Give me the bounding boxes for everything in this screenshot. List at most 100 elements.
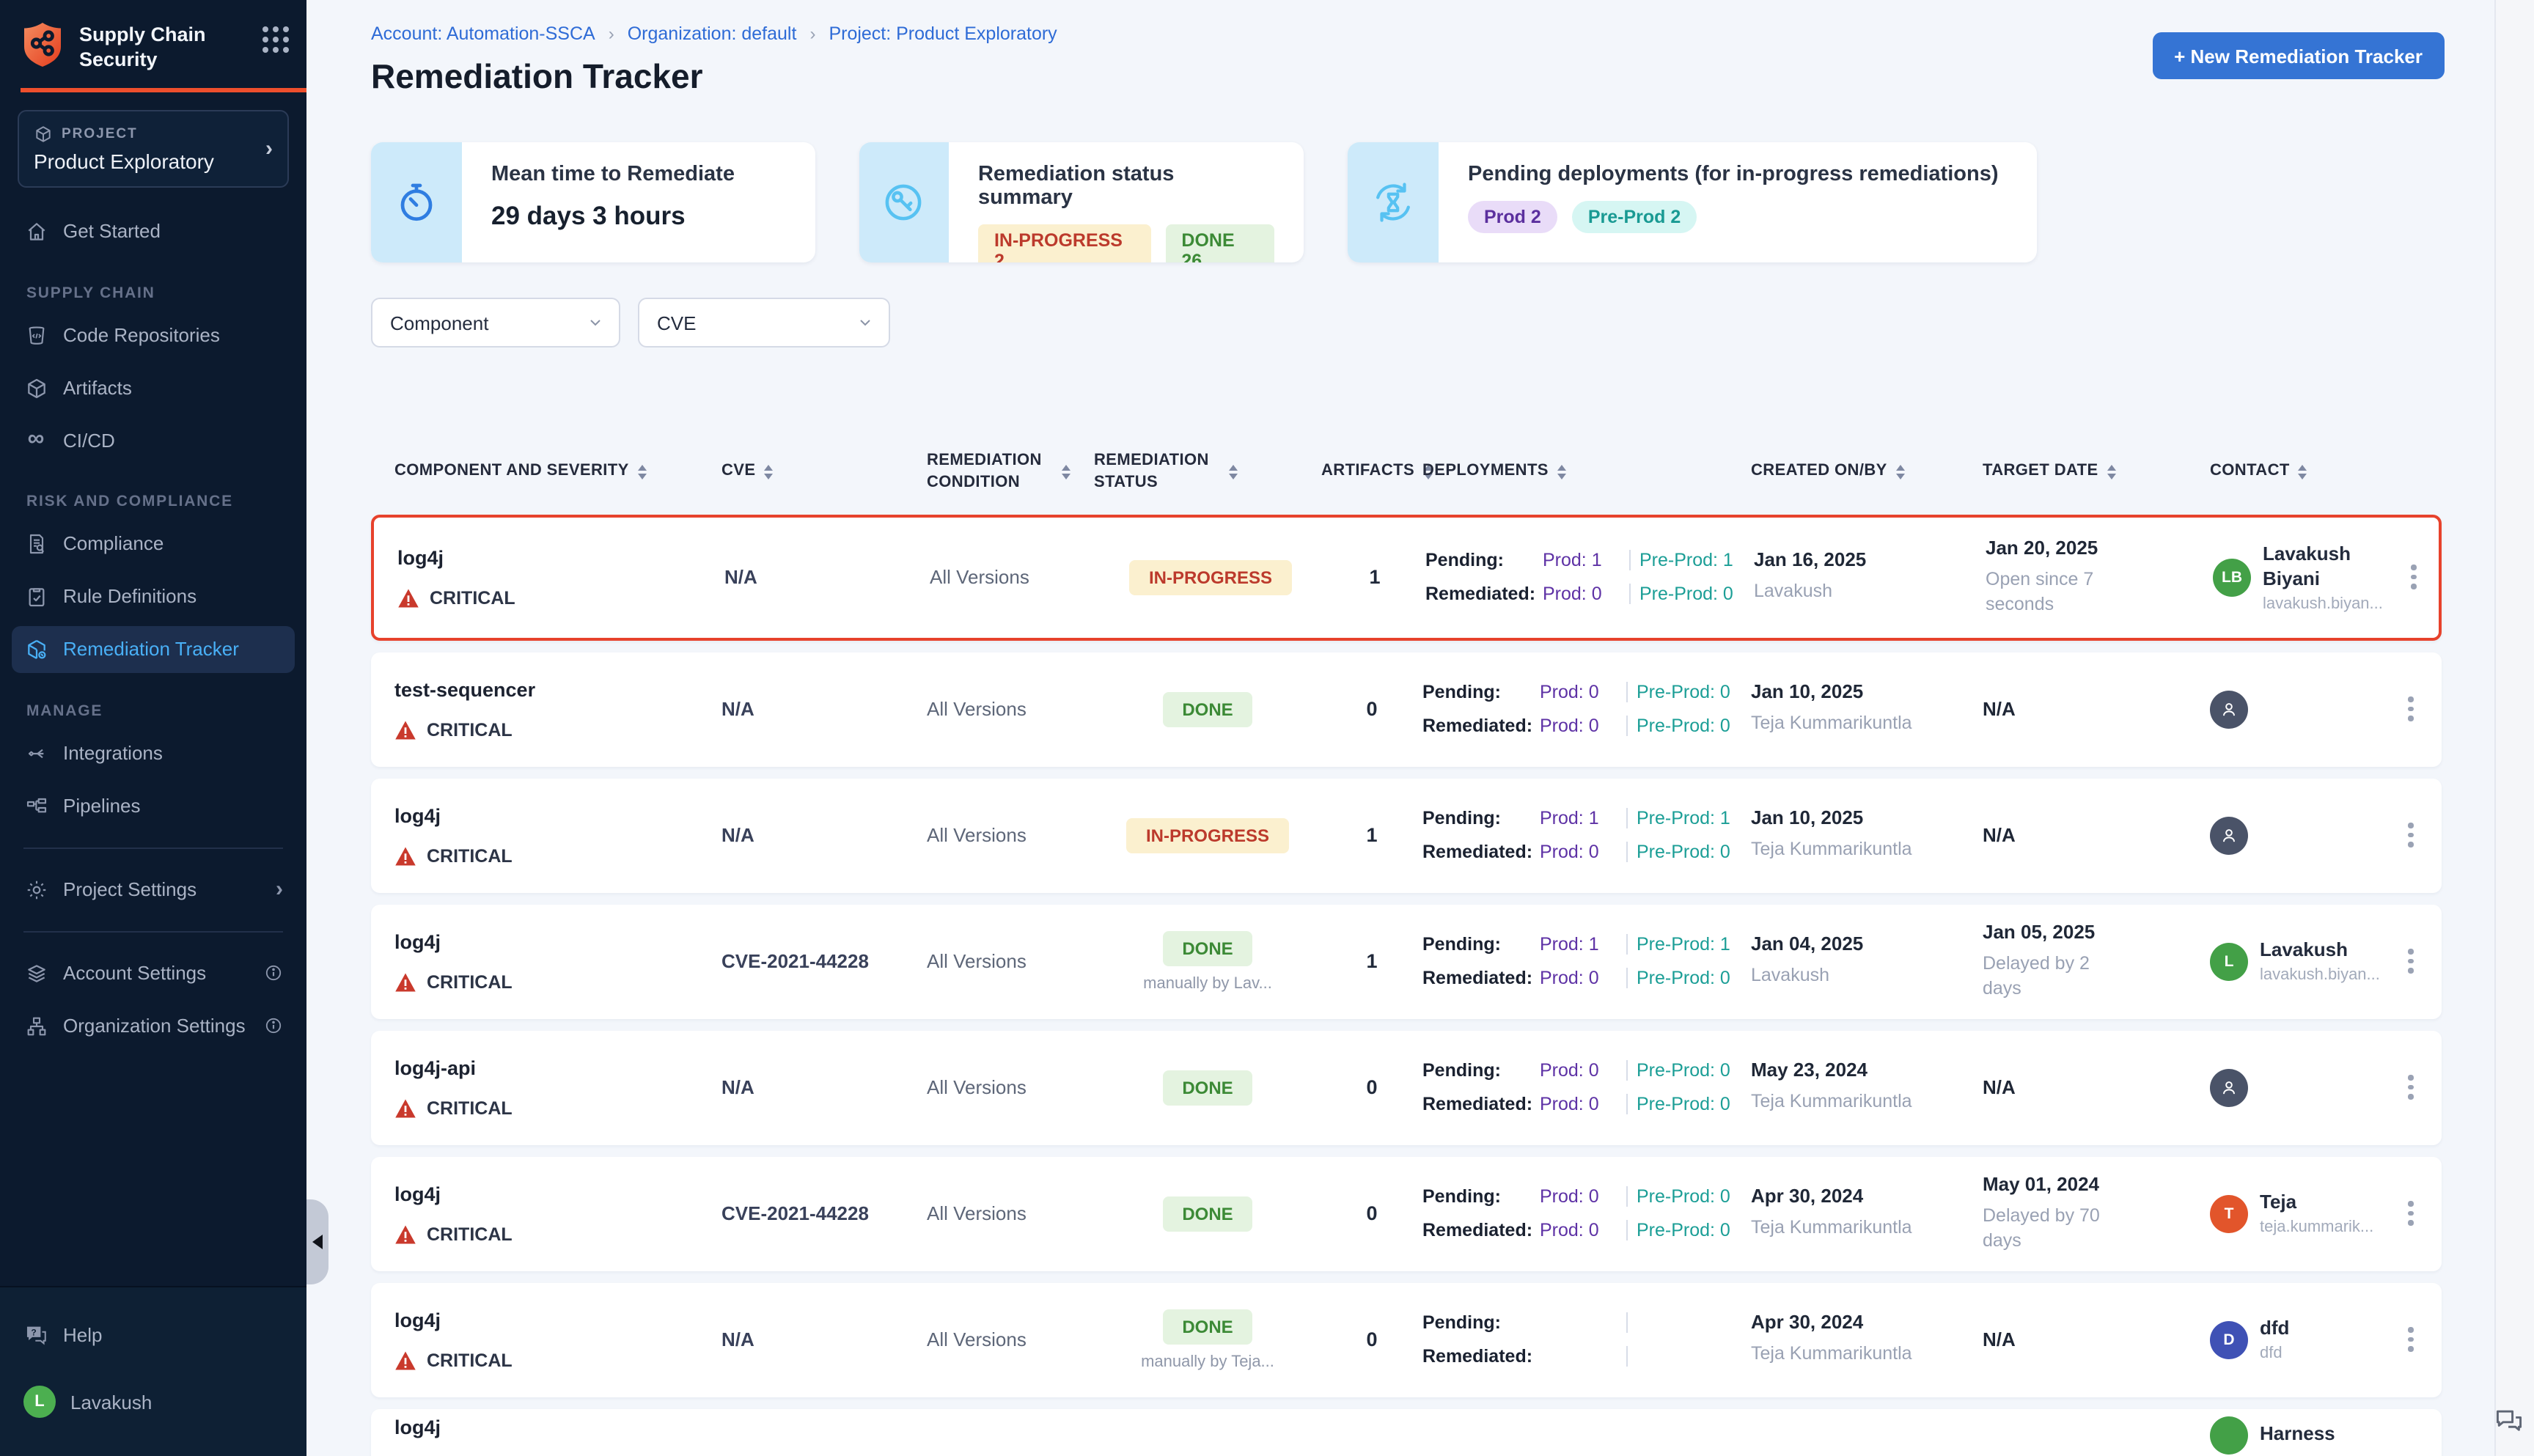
chevron-separator: › (609, 23, 614, 44)
sidebar-item-label: Account Settings (63, 963, 206, 985)
column-header-status[interactable]: REMEDIATION STATUS (1094, 450, 1321, 493)
mean-time-value: 29 days 3 hours (491, 201, 735, 232)
severity: CRITICAL (394, 971, 721, 992)
remediated-prod-value: Prod: 0 (1540, 1220, 1616, 1240)
breadcrumb-project[interactable]: Project: Product Exploratory (829, 23, 1057, 44)
sidebar-item-organization-settings[interactable]: Organization Settings (12, 1003, 295, 1050)
table-row[interactable]: log4j CRITICAL N/A All Versions DONE man… (371, 1282, 2442, 1397)
new-remediation-tracker-button[interactable]: + New Remediation Tracker (2152, 32, 2445, 79)
column-header-target-date[interactable]: TARGET DATE (1983, 461, 2210, 483)
contact-name: dfd (2260, 1317, 2289, 1342)
user-avatar: L (23, 1386, 56, 1418)
sidebar-item-help[interactable]: ? Help (12, 1311, 295, 1359)
person-avatar-icon (2210, 1068, 2248, 1106)
pending-prod-value: Prod: 1 (1543, 550, 1619, 570)
table-row[interactable]: log4j CRITICAL CVE-2021-44228 All Versio… (371, 1156, 2442, 1271)
sidebar-item-get-started[interactable]: Get Started (12, 208, 295, 255)
sidebar-item-artifacts[interactable]: Artifacts (12, 365, 295, 412)
cve-filter-select[interactable]: CVE (638, 298, 890, 348)
remediated-prod-value: Prod: 0 (1540, 968, 1616, 988)
chevron-right-icon: › (265, 138, 273, 160)
remediation-status: DONE (1094, 1196, 1321, 1231)
support-chat-icon[interactable] (2493, 1405, 2525, 1437)
table-row[interactable]: log4j CRITICAL N/A All Versions IN-PROGR… (371, 514, 2442, 640)
row-menu-button[interactable] (2402, 1070, 2446, 1106)
project-selector[interactable]: PROJECT Product Exploratory › (18, 110, 289, 188)
table-row[interactable]: log4j CRITICAL CVE-2021-44228 All Versio… (371, 904, 2442, 1018)
artifacts-count: 0 (1321, 1328, 1422, 1350)
table-row[interactable]: log4j (371, 1408, 2442, 1456)
created-by: Lavakush (1754, 580, 1930, 606)
sidebar-item-remediation-tracker[interactable]: Remediation Tracker (12, 626, 295, 673)
hourglass-refresh-icon (1348, 142, 1439, 262)
scrollbar-track[interactable] (2494, 0, 2534, 1456)
contact-cell (2210, 690, 2402, 728)
summary-cards: Mean time to Remediate 29 days 3 hours R… (371, 142, 2534, 262)
breadcrumb-organization[interactable]: Organization: default (628, 23, 797, 44)
critical-warning-icon (394, 719, 416, 740)
column-header-created[interactable]: CREATED ON/BY (1751, 461, 1983, 483)
remediation-status: IN-PROGRESS (1097, 559, 1324, 595)
target-date-cell: N/A (1983, 698, 2210, 720)
column-header-cve[interactable]: CVE (721, 461, 927, 483)
status-badge: IN-PROGRESS (1127, 817, 1288, 853)
table-row[interactable]: log4j-api CRITICAL N/A All Versions DONE… (371, 1030, 2442, 1144)
sidebar-item-label: Rule Definitions (63, 586, 197, 608)
row-menu-button[interactable] (2402, 817, 2446, 853)
sidebar-collapse-handle[interactable] (306, 1199, 328, 1284)
table-row[interactable]: log4j CRITICAL N/A All Versions IN-PROGR… (371, 778, 2442, 892)
contact-email: dfd (2260, 1345, 2289, 1362)
breadcrumb-account[interactable]: Account: Automation-SSCA (371, 23, 595, 44)
deployments: Pending: Remediated: (1422, 1312, 1751, 1367)
remediated-label: Remediated: (1422, 1094, 1540, 1114)
artifacts-count: 0 (1321, 1202, 1422, 1224)
column-header-deployments[interactable]: DEPLOYMENTS (1422, 461, 1751, 483)
sidebar-item-account-settings[interactable]: Account Settings (12, 950, 295, 997)
sidebar-item-pipelines[interactable]: Pipelines (12, 783, 295, 830)
cube-icon (34, 125, 53, 144)
column-header-component[interactable]: COMPONENT AND SEVERITY (394, 461, 721, 483)
remediated-label: Remediated: (1422, 842, 1540, 862)
divider (1626, 1186, 1627, 1207)
remediated-preprod-value: Pre-Prod: 0 (1637, 1094, 1751, 1114)
severity: CRITICAL (394, 719, 721, 740)
component-filter-select[interactable]: Component (371, 298, 620, 348)
sidebar-item-cicd[interactable]: ∞ CI/CD (12, 418, 295, 463)
severity-label: CRITICAL (430, 587, 515, 608)
component-name: log4j (394, 930, 721, 952)
row-menu-button[interactable] (2402, 944, 2446, 979)
created-by: Lavakush (1751, 964, 1927, 990)
deployments: Pending: Prod: 0 Pre-Prod: 0 Remediated:… (1422, 1060, 1751, 1114)
row-menu-button[interactable] (2402, 691, 2446, 727)
table-row[interactable]: test-sequencer CRITICAL N/A All Versions… (371, 652, 2442, 766)
sidebar-item-project-settings[interactable]: Project Settings › (12, 867, 295, 913)
column-header-artifacts[interactable]: ARTIFACTS (1321, 461, 1422, 483)
row-menu-button[interactable] (2405, 559, 2449, 595)
row-menu-button[interactable] (2402, 1196, 2446, 1232)
target-date-cell: May 01, 2024 Delayed by 70 days (1983, 1172, 2210, 1254)
column-header-contact[interactable]: CONTACT (2210, 461, 2402, 483)
column-header-condition[interactable]: REMEDIATION CONDITION (927, 450, 1094, 493)
deployments: Pending: Prod: 1 Pre-Prod: 1 Remediated:… (1425, 550, 1754, 604)
chevron-down-icon (587, 314, 604, 331)
project-label: PROJECT (62, 126, 138, 142)
target-date-cell: N/A (1983, 824, 2210, 846)
sidebar-item-code-repositories[interactable]: Code Repositories (12, 312, 295, 359)
created-on-by: May 23, 2024 Teja Kummarikuntla (1751, 1059, 1983, 1116)
sidebar-item-integrations[interactable]: Integrations (12, 730, 295, 777)
sidebar-item-user[interactable]: L Lavakush (12, 1374, 295, 1430)
sidebar-item-label: Remediation Tracker (63, 639, 239, 661)
sidebar-item-label: Project Settings (63, 879, 197, 901)
user-name: Lavakush (70, 1391, 152, 1413)
row-menu-button[interactable] (2402, 1322, 2446, 1358)
sidebar-item-rule-definitions[interactable]: Rule Definitions (12, 573, 295, 620)
divider (23, 848, 283, 849)
sort-icon (1557, 465, 1566, 479)
contact-cell: Harness (2210, 1416, 2402, 1454)
app-grid-icon[interactable] (262, 26, 289, 53)
cve-value: N/A (721, 1076, 927, 1098)
sidebar-item-compliance[interactable]: Compliance (12, 521, 295, 567)
artifacts-count: 0 (1321, 698, 1422, 720)
critical-warning-icon (397, 587, 419, 608)
help-chat-icon: ? (23, 1323, 48, 1347)
